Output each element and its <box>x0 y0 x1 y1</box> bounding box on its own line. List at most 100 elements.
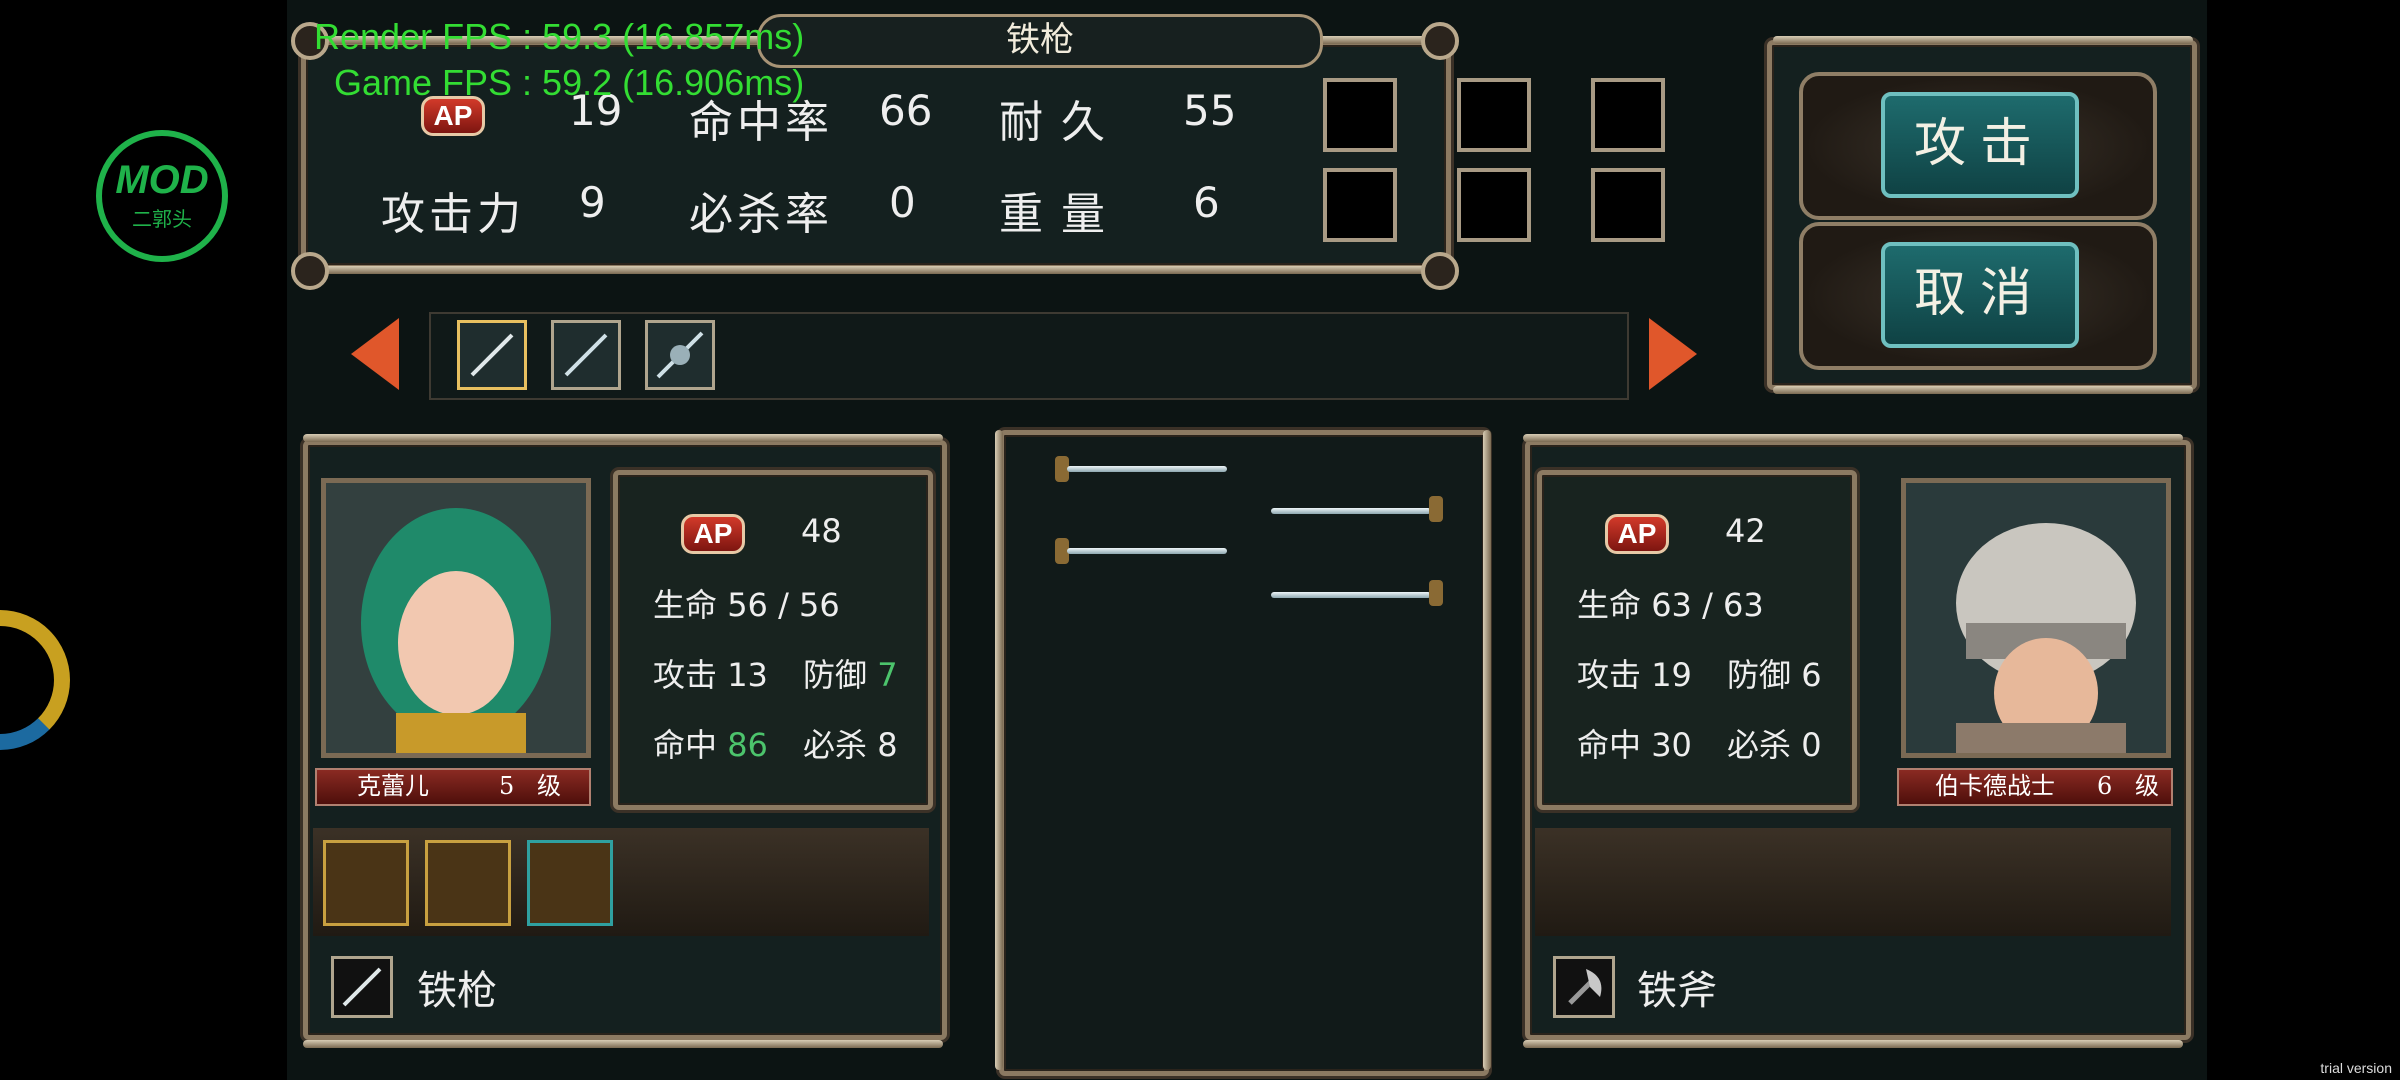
enemy-atk-value: 19 <box>1651 656 1692 694</box>
player-hit-value: 86 <box>727 726 768 764</box>
enemy-rail-bottom <box>1523 1040 2183 1048</box>
enemy-def-label: 防御 <box>1727 656 1792 694</box>
enemy-item-bar <box>1535 828 2171 936</box>
next-weapon-arrow[interactable] <box>1649 318 1697 390</box>
weapon-title-banner: 铁枪 <box>757 14 1323 68</box>
enemy-weapon-name: 铁斧 <box>1637 968 1717 1014</box>
enemy-atk-label: 攻击 <box>1577 656 1642 694</box>
weapon-spear-icon[interactable] <box>457 320 527 390</box>
loading-ring <box>0 610 70 750</box>
enemy-atk-row: 攻击 19 <box>1577 650 1692 696</box>
player-hit-row: 命中 86 <box>653 720 768 766</box>
skill-slot[interactable] <box>1457 78 1531 152</box>
durability-label: 耐久 <box>999 97 1123 148</box>
player-name: 克蕾儿 <box>357 772 429 800</box>
sword-item-icon[interactable] <box>323 840 409 926</box>
enemy-rail-top <box>1523 434 2183 442</box>
enemy-weapon-icon <box>1553 956 1615 1018</box>
player-hp-label: 生命 <box>653 586 718 624</box>
skill-slot[interactable] <box>1457 168 1531 242</box>
weight-label: 重量 <box>999 189 1123 240</box>
render-fps-text: Render FPS : 59.3 (16.857ms) <box>314 16 805 57</box>
durability-value: 55 <box>1183 86 1237 135</box>
combat-preview-panel <box>999 430 1489 1076</box>
mod-logo[interactable]: MOD 二郭头 <box>96 130 228 262</box>
cancel-button[interactable]: 取消 <box>1881 242 2079 348</box>
corner-ornament <box>291 252 329 290</box>
player-strike-1 <box>1067 466 1227 472</box>
weapon-halberd-icon[interactable] <box>645 320 715 390</box>
player-def-value: 7 <box>877 656 898 694</box>
enemy-name-bar: 伯卡德战士 6 级 <box>1897 768 2173 806</box>
enemy-crit-row: 必杀 0 <box>1727 720 1822 766</box>
player-ap-badge: AP <box>681 514 745 554</box>
attack-button[interactable]: 攻击 <box>1881 92 2079 198</box>
player-rail-top <box>303 434 943 442</box>
enemy-def-row: 防御 6 <box>1727 650 1822 696</box>
player-name-bar: 克蕾儿 5 级 <box>315 768 591 806</box>
player-atk-value: 13 <box>727 656 768 694</box>
skill-slot[interactable] <box>1591 168 1665 242</box>
enemy-hit-label: 命中 <box>1577 726 1642 764</box>
enemy-hp-label: 生命 <box>1577 586 1642 624</box>
enemy-portrait-image <box>1906 483 2166 753</box>
watermark: trial version <box>2320 1060 2392 1076</box>
mod-logo-text: MOD <box>115 158 209 202</box>
enemy-portrait <box>1901 478 2171 758</box>
spear-icon <box>564 333 608 377</box>
player-portrait <box>321 478 591 758</box>
spear-icon <box>470 333 514 377</box>
weight-value: 6 <box>1193 178 1220 227</box>
prev-weapon-arrow[interactable] <box>351 318 399 390</box>
enemy-strike-1 <box>1271 508 1431 514</box>
enemy-ap-value: 42 <box>1725 512 1766 550</box>
player-def-label: 防御 <box>803 656 868 694</box>
player-atk-row: 攻击 13 <box>653 650 768 696</box>
player-hp-row: 生命 56 / 56 <box>653 580 840 626</box>
top-rail-bottom <box>307 266 1447 274</box>
enemy-def-value: 6 <box>1801 656 1822 694</box>
action-rail-bottom <box>1773 386 2193 394</box>
action-rail-top <box>1773 36 2193 44</box>
player-level-unit: 级 <box>537 772 561 800</box>
player-atk-label: 攻击 <box>653 656 718 694</box>
skill-slot[interactable] <box>1591 78 1665 152</box>
corner-ornament <box>1421 252 1459 290</box>
warrior-item-icon[interactable] <box>527 840 613 926</box>
enemy-hit-row: 命中 30 <box>1577 720 1692 766</box>
weapon-title: 铁枪 <box>1006 20 1074 60</box>
player-strike-2 <box>1067 548 1227 554</box>
weapon-spear-icon[interactable] <box>551 320 621 390</box>
enemy-crit-value: 0 <box>1801 726 1822 764</box>
game-fps-text: Game FPS : 59.2 (16.906ms) <box>334 62 805 103</box>
player-hp-value: 56 / 56 <box>727 586 840 624</box>
enemy-level-unit: 级 <box>2135 772 2159 800</box>
skill-slot[interactable] <box>1323 168 1397 242</box>
hit-rate-value: 66 <box>879 86 933 135</box>
enemy-level: 6 <box>2097 772 2113 800</box>
player-portrait-image <box>326 483 586 753</box>
axe-icon <box>1568 969 1602 1005</box>
player-crit-value: 8 <box>877 726 898 764</box>
player-crit-label: 必杀 <box>803 726 868 764</box>
spear-icon <box>342 967 382 1007</box>
enemy-ap-badge: AP <box>1605 514 1669 554</box>
player-weapon-name: 铁枪 <box>417 968 497 1014</box>
center-rail-left <box>995 430 1003 1070</box>
attack-power-label: 攻击力 <box>381 189 525 240</box>
enemy-strike-1-hilt <box>1429 496 1443 522</box>
skill-slot[interactable] <box>1323 78 1397 152</box>
crit-rate-label: 必杀率 <box>689 189 833 240</box>
attack-power-value: 9 <box>579 178 606 227</box>
player-weapon-icon <box>331 956 393 1018</box>
armor-item-icon[interactable] <box>425 840 511 926</box>
player-ap-value: 48 <box>801 512 842 550</box>
corner-ornament <box>1421 22 1459 60</box>
center-rail-right <box>1483 430 1491 1070</box>
player-hit-label: 命中 <box>653 726 718 764</box>
enemy-hp-row: 生命 63 / 63 <box>1577 580 1764 626</box>
mod-logo-sub: 二郭头 <box>132 207 192 231</box>
enemy-strike-2-hilt <box>1429 580 1443 606</box>
player-crit-row: 必杀 8 <box>803 720 898 766</box>
battle-preview-screen: 铁枪 AP 19 命中率 66 耐久 55 攻击力 9 必杀率 0 重量 6 攻… <box>287 0 2207 1080</box>
